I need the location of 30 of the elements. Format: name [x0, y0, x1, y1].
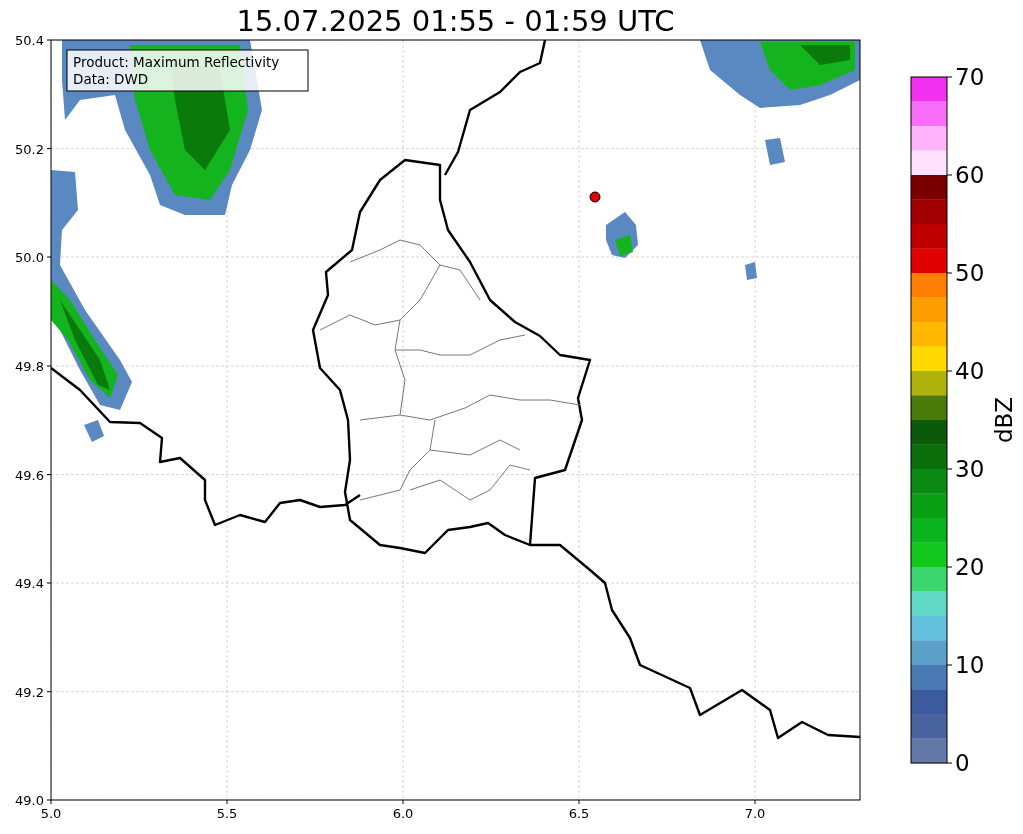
radar-echo [765, 138, 785, 165]
axis-tick-label: 50.4 [15, 33, 44, 48]
colorbar-tick-label: 70 [955, 64, 985, 90]
axis-tick-label: 50.2 [15, 141, 44, 157]
colorbar-tick-label: 50 [955, 260, 985, 286]
axis-tick-label: 49.8 [15, 359, 44, 374]
radar-echo [606, 212, 638, 258]
axis-tick-label: 50.0 [15, 250, 44, 265]
location-marker [589, 191, 601, 203]
axis-tick-label: 6.5 [568, 806, 590, 821]
axis-tick-label: 5.5 [216, 806, 238, 821]
colorbar-tick-label: 10 [955, 652, 985, 678]
colorbar-tick-label: 30 [955, 456, 985, 482]
colorbar-tick-label: 20 [955, 554, 985, 580]
colorbar-label: dBZ [991, 396, 1017, 444]
axis-tick-label: 7.0 [744, 806, 766, 821]
chart-title: 15.07.2025 01:55 - 01:59 UTC [236, 4, 675, 38]
info-text: Product: Maximum Reflectivity [73, 54, 280, 70]
axis-tick-label: 49.2 [15, 684, 44, 700]
radar-echo [745, 262, 757, 280]
axis-tick-label: 6.0 [392, 806, 414, 821]
axis-tick-label: 49.6 [15, 467, 44, 483]
axis-tick-label: 49.0 [15, 793, 44, 808]
axis-tick-label: 49.4 [15, 576, 44, 591]
axis-tick-label: 5.0 [40, 806, 62, 821]
colorbar-tick-label: 60 [955, 162, 985, 188]
colorbar-tick-label: 40 [955, 358, 985, 384]
info-text: Data: DWD [73, 71, 149, 87]
colorbar-tick-label: 0 [955, 750, 970, 776]
radar-echo [84, 420, 104, 442]
